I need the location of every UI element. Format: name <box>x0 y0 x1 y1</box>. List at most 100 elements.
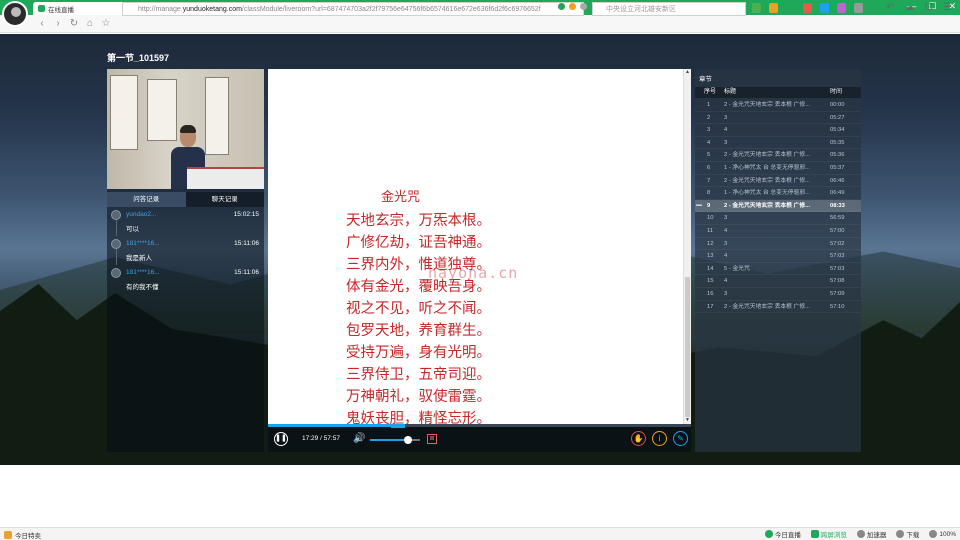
caption-toggle-icon[interactable]: ⊠ <box>427 434 437 444</box>
cloud-icon[interactable]: ☁ <box>905 2 915 13</box>
chapter-title: 1 - 净心神咒太 台 总变无停驱邪... <box>724 164 810 171</box>
chapter-time: 05:37 <box>830 164 845 171</box>
url-star-icon[interactable] <box>580 3 587 10</box>
download-icon <box>896 530 905 538</box>
extension-icon[interactable] <box>854 3 863 13</box>
home-icon[interactable]: ⌂ <box>82 18 98 29</box>
chapter-no: 12 <box>707 240 714 247</box>
chapter-panel: 章节 序号 标题 时间 1 2 - 金光咒天地玄宗 丢本根 广修... 00:00 2… <box>695 69 861 452</box>
extension-icon[interactable] <box>769 3 778 13</box>
chapter-time: 05:35 <box>830 139 845 146</box>
chapter-row[interactable]: 15 4 57:08 <box>695 275 861 288</box>
chapter-no: 5 <box>707 152 711 159</box>
back-icon[interactable]: ‹ <box>34 18 50 29</box>
chapter-row[interactable]: 12 3 57:02 <box>695 238 861 251</box>
menu-icon[interactable]: ☰ <box>943 2 952 13</box>
teacher-video[interactable] <box>107 69 264 189</box>
lightning-icon[interactable] <box>569 3 576 10</box>
chapter-row[interactable]: 5 2 - 金光咒天地玄宗 丢本根 广修... 05:36 <box>695 149 861 162</box>
chat-time: 15:02:15 <box>233 211 259 218</box>
chapter-row[interactable]: 7 2 - 金光咒天地玄宗 丢本根 广修... 06:46 <box>695 175 861 188</box>
document-viewer[interactable]: 金光咒 天地玄宗，万炁本根。 广修亿劫，证吾神通。 三界内外，惟道独尊。 体有金… <box>268 69 683 424</box>
chapter-row[interactable]: 14 5 - 金光咒 57:03 <box>695 263 861 276</box>
live-icon <box>764 530 773 538</box>
chapter-row[interactable]: 17 2 - 金光咒天地玄宗 丢本根 广修... 57:10 <box>695 301 861 314</box>
chat-username[interactable]: 181****16... <box>126 269 160 276</box>
chat-time: 15:11:06 <box>234 240 259 247</box>
header-title: 标题 <box>724 89 737 95</box>
chapter-row[interactable]: 16 3 57:09 <box>695 288 861 301</box>
course-title: 第一节_101597 <box>107 53 170 63</box>
scroll-up-icon[interactable]: ▲ <box>684 69 691 76</box>
extension-icons <box>752 3 863 13</box>
chapter-row[interactable]: 1 2 - 金光咒天地玄宗 丢本根 广修... 00:00 <box>695 99 861 112</box>
poem-line: 天地玄宗，万炁本根。 <box>346 213 491 229</box>
poem-line: 视之不见，听之不闻。 <box>346 301 491 317</box>
chapter-row[interactable]: 6 1 - 净心神咒太 台 总变无停驱邪... 05:37 <box>695 162 861 175</box>
note-pen-button[interactable]: ✎ <box>673 431 688 446</box>
chapter-title: 2 - 金光咒天地玄宗 丢本根 广修... <box>724 303 810 310</box>
secure-icon[interactable] <box>558 3 565 10</box>
chapter-no: 16 <box>707 290 714 297</box>
chat-username[interactable]: 181****16... <box>126 240 160 247</box>
calligraphy-scroll <box>110 75 138 150</box>
extension-icon[interactable] <box>820 3 829 13</box>
chapter-row[interactable]: ••• 9 2 - 金光咒天地玄宗 丢本根 广修... 08:33 <box>695 199 861 213</box>
chapter-time: 06:49 <box>830 190 845 197</box>
poem-line: 广修亿劫，证吾神通。 <box>346 235 491 251</box>
screenshot-icon[interactable]: ⊡ <box>925 2 933 13</box>
chapter-title: 4 <box>724 278 728 285</box>
calligraphy-scroll <box>205 77 229 155</box>
chapter-time: 57:00 <box>830 227 845 234</box>
chapter-title: 4 <box>724 253 728 260</box>
chapter-time: 56:59 <box>830 215 845 222</box>
volume-handle[interactable] <box>403 436 412 444</box>
status-promo[interactable]: 今日特卖 <box>4 530 41 540</box>
url-input[interactable]: http://manage. yunduoketang.com/classModu… <box>122 2 584 16</box>
status-zoom-item[interactable]: 100% <box>929 530 956 538</box>
status-live-item[interactable]: 今日直播 <box>764 529 801 539</box>
chapter-row[interactable]: 8 1 - 净心神咒太 台 总变无停驱邪... 06:49 <box>695 187 861 200</box>
user-avatar[interactable] <box>2 1 28 27</box>
chapter-row[interactable]: 4 3 05:35 <box>695 137 861 150</box>
status-download-item[interactable]: 下载 <box>896 529 919 539</box>
extension-icon[interactable] <box>837 3 846 13</box>
scroll-thumb[interactable] <box>685 277 690 417</box>
extension-icon[interactable] <box>752 3 761 13</box>
chapter-row[interactable]: 10 3 56:59 <box>695 212 861 225</box>
extension-icon[interactable] <box>803 3 812 13</box>
search-input[interactable]: 中央设立河北雄安新区 <box>592 2 746 16</box>
info-button[interactable]: i <box>652 431 667 446</box>
pause-button[interactable]: ❚❚ <box>274 432 288 446</box>
reload-icon[interactable]: ↻ <box>66 18 82 29</box>
status-accelerator-item[interactable]: 加速器 <box>856 529 886 539</box>
current-chapter-marker: ••• <box>696 202 703 209</box>
document-scrollbar[interactable]: ▲ ▼ <box>683 69 691 424</box>
status-crossscreen-item[interactable]: 跨屏浏览 <box>810 529 847 539</box>
chapter-panel-title: 章节 <box>699 76 712 83</box>
chapter-no: 1 <box>707 102 711 108</box>
undo-icon[interactable]: ↶ <box>886 2 894 13</box>
chapter-row[interactable]: 2 3 05:27 <box>695 112 861 125</box>
tab-qa-records[interactable]: 问答记录 <box>107 192 186 207</box>
chapter-row[interactable]: 11 4 57:00 <box>695 225 861 238</box>
chat-username[interactable]: yundao2... <box>126 211 156 218</box>
status-promo-label: 今日特卖 <box>15 533 41 540</box>
raise-hand-button[interactable]: ✋ <box>631 431 646 446</box>
bookmark-star-icon[interactable]: ☆ <box>98 18 114 29</box>
url-prefix: http://manage. <box>138 5 183 13</box>
tab-chat-records[interactable]: 聊天记录 <box>185 192 264 207</box>
chapter-title: 2 - 金光咒天地玄宗 丢本根 广修... <box>724 152 810 159</box>
chapter-row[interactable]: 3 4 05:34 <box>695 124 861 137</box>
forward-icon[interactable]: › <box>50 18 66 29</box>
chapter-time: 57:09 <box>830 290 845 297</box>
document-title: 金光咒 <box>381 190 421 205</box>
scroll-down-icon[interactable]: ▼ <box>684 417 691 424</box>
volume-icon[interactable]: 🔊 <box>353 433 365 444</box>
browser-statusbar: 今日特卖 今日直播 跨屏浏览 加速器 下载 100% <box>0 527 960 540</box>
poem-text: 天地玄宗，万炁本根。 广修亿劫，证吾神通。 三界内外，惟道独尊。 体有金光，覆映… <box>346 210 491 424</box>
chapter-row[interactable]: 13 4 57:03 <box>695 250 861 263</box>
progress-handle[interactable] <box>390 424 405 428</box>
extension-icon[interactable] <box>786 3 795 13</box>
chat-avatar-icon <box>111 268 121 278</box>
